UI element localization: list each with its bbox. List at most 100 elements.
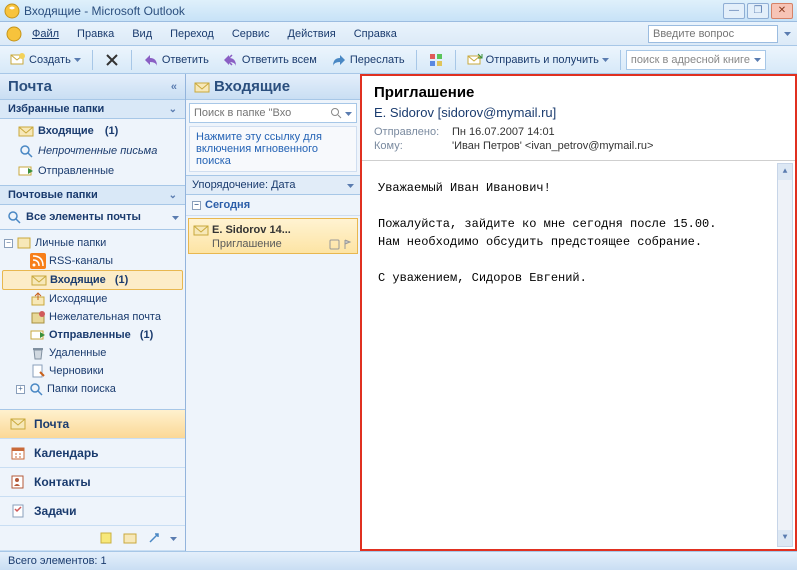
- body-line: Нам необходимо обсудить предстоящее собр…: [378, 233, 779, 251]
- search-folder-icon: [28, 381, 44, 397]
- fav-unread[interactable]: Непрочтенные письма: [14, 141, 185, 161]
- rss-icon: [30, 253, 46, 269]
- collapse-icon[interactable]: «: [171, 81, 177, 93]
- categorize-button[interactable]: [422, 49, 450, 71]
- tree-inbox[interactable]: Входящие (1): [2, 270, 183, 290]
- instant-search-link[interactable]: Нажмите эту ссылку для включения мгновен…: [189, 126, 357, 172]
- help-search-input[interactable]: [648, 25, 778, 43]
- chevron-icon: ⌄: [169, 190, 177, 201]
- tree-deleted[interactable]: Удаленные: [2, 344, 183, 362]
- notes-icon: [98, 530, 114, 546]
- tree-outbox[interactable]: Исходящие: [2, 290, 183, 308]
- address-search-box[interactable]: поиск в адресной книге: [626, 50, 766, 70]
- to-value: 'Иван Петров' <ivan_petrov@mymail.ru>: [452, 140, 653, 152]
- delete-button[interactable]: [98, 49, 126, 71]
- chevron-down-icon: [170, 535, 177, 542]
- trash-icon: [30, 345, 46, 361]
- message-subject: Приглашение: [212, 238, 282, 250]
- fav-inbox[interactable]: Входящие (1): [14, 121, 185, 141]
- sent-icon: [18, 163, 34, 179]
- sent-value: Пн 16.07.2007 14:01: [452, 126, 555, 138]
- reading-subject: Приглашение: [374, 84, 783, 101]
- close-button[interactable]: ✕: [771, 3, 793, 19]
- personal-folders-icon: [16, 235, 32, 251]
- nav-header: Почта «: [0, 74, 185, 100]
- search-icon[interactable]: [330, 107, 342, 119]
- menu-help[interactable]: Справка: [346, 25, 405, 43]
- expander-icon[interactable]: −: [192, 201, 201, 210]
- delete-icon: [104, 52, 120, 68]
- nav-calendar[interactable]: Календарь: [0, 439, 185, 468]
- group-today[interactable]: − Сегодня: [186, 195, 360, 216]
- scroll-up-icon[interactable]: ▲: [778, 164, 792, 180]
- menu-goto[interactable]: Переход: [162, 25, 222, 43]
- list-header: Входящие: [186, 74, 360, 100]
- reply-button[interactable]: Ответить: [137, 49, 215, 71]
- folder-search-box[interactable]: [189, 103, 357, 123]
- reply-all-button[interactable]: Ответить всем: [217, 49, 323, 71]
- reading-body: Уважаемый Иван Иванович! Пожалуйста, зай…: [362, 161, 795, 549]
- tasks-icon: [10, 503, 26, 519]
- nav-mail[interactable]: Почта: [0, 410, 185, 439]
- app-menu-icon[interactable]: [6, 26, 22, 42]
- category-icon[interactable]: [329, 239, 340, 250]
- expander-icon[interactable]: +: [16, 385, 25, 394]
- sort-bar[interactable]: Упорядочение: Дата: [186, 175, 360, 195]
- mail-icon: [10, 416, 26, 432]
- folder-search-input[interactable]: [194, 107, 294, 119]
- send-receive-button[interactable]: Отправить и получить: [461, 49, 615, 71]
- new-button[interactable]: Создать: [4, 49, 87, 71]
- fav-sent[interactable]: Отправленные: [14, 161, 185, 181]
- body-line: Пожалуйста, зайдите ко мне сегодня после…: [378, 215, 779, 233]
- menu-file[interactable]: Файл: [24, 25, 67, 43]
- body-line: Уважаемый Иван Иванович!: [378, 179, 779, 197]
- shortcuts-icon: [146, 530, 162, 546]
- junk-icon: [30, 309, 46, 325]
- tree-search-folders[interactable]: + Папки поиска: [2, 380, 183, 398]
- chevron-down-icon[interactable]: [345, 110, 352, 117]
- tree-personal-folders[interactable]: − Личные папки: [2, 234, 183, 252]
- window-title: Входящие - Microsoft Outlook: [24, 4, 723, 18]
- message-item[interactable]: E. Sidorov 14... Приглашение: [188, 218, 358, 254]
- drafts-icon: [30, 363, 46, 379]
- menu-edit[interactable]: Правка: [69, 25, 122, 43]
- forward-button[interactable]: Переслать: [325, 49, 411, 71]
- menubar: Файл Правка Вид Переход Сервис Действия …: [0, 22, 797, 46]
- tree-junk[interactable]: Нежелательная почта: [2, 308, 183, 326]
- menu-view[interactable]: Вид: [124, 25, 160, 43]
- outbox-icon: [30, 291, 46, 307]
- search-folder-icon: [18, 143, 34, 159]
- tree-rss[interactable]: RSS-каналы: [2, 252, 183, 270]
- categorize-icon: [428, 52, 444, 68]
- minimize-button[interactable]: —: [723, 3, 745, 19]
- menu-tools[interactable]: Сервис: [224, 25, 278, 43]
- maximize-button[interactable]: ❐: [747, 3, 769, 19]
- chevron-down-icon: [172, 214, 179, 221]
- tree-drafts[interactable]: Черновики: [2, 362, 183, 380]
- message-from: E. Sidorov 14...: [212, 224, 291, 236]
- mail-folders-header[interactable]: Почтовые папки ⌄: [0, 186, 185, 205]
- scroll-down-icon[interactable]: ▼: [778, 530, 792, 546]
- all-mail-items[interactable]: Все элементы почты: [0, 205, 185, 230]
- all-items-icon: [6, 209, 22, 225]
- reply-icon: [143, 52, 159, 68]
- menu-overflow-icon[interactable]: [784, 30, 791, 37]
- reply-all-icon: [223, 52, 239, 68]
- folder-list-icon: [122, 530, 138, 546]
- chevron-down-icon: [602, 56, 609, 63]
- scrollbar[interactable]: ▲ ▼: [777, 163, 793, 547]
- nav-contacts[interactable]: Контакты: [0, 468, 185, 497]
- flag-icon[interactable]: [342, 239, 353, 250]
- nav-tasks[interactable]: Задачи: [0, 497, 185, 526]
- contacts-icon: [10, 474, 26, 490]
- tree-sent[interactable]: Отправленные (1): [2, 326, 183, 344]
- menu-actions[interactable]: Действия: [280, 25, 344, 43]
- inbox-icon: [194, 79, 210, 95]
- reading-pane: Приглашение E. Sidorov [sidorov@mymail.r…: [362, 74, 797, 551]
- nav-shortcuts[interactable]: [0, 526, 185, 551]
- expander-icon[interactable]: −: [4, 239, 13, 248]
- sent-label: Отправлено:: [374, 126, 452, 138]
- favorites-header[interactable]: Избранные папки ⌄: [0, 100, 185, 119]
- chevron-icon: ⌄: [169, 104, 177, 115]
- reading-from: E. Sidorov [sidorov@mymail.ru]: [374, 105, 783, 120]
